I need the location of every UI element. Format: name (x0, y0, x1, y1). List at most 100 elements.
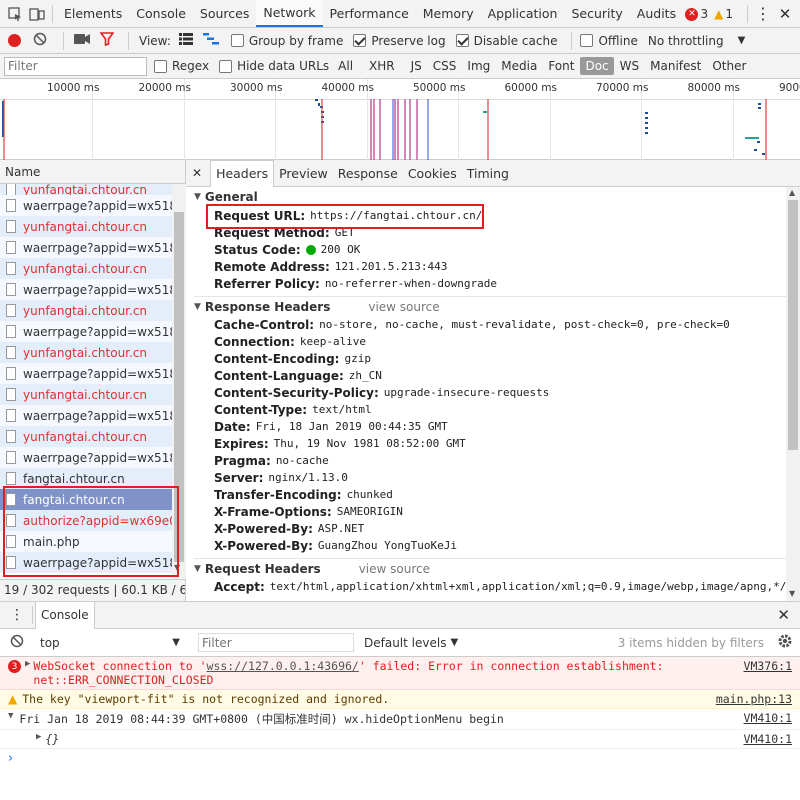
throttling-select[interactable]: No throttling ▼ (648, 34, 745, 48)
response-headers-section-header[interactable]: ▼ Response Headers view source (194, 296, 786, 316)
request-row[interactable]: yunfangtai.chtour.cn (0, 342, 185, 363)
hide-data-urls-checkbox[interactable]: Hide data URLs (219, 59, 329, 73)
console-settings-icon[interactable] (778, 634, 792, 651)
detail-tab-timing[interactable]: Timing (462, 160, 514, 186)
checkbox-unchecked[interactable] (154, 59, 167, 73)
filter-type-media[interactable]: Media (496, 57, 542, 75)
large-rows-icon[interactable] (178, 33, 193, 48)
checkbox-checked[interactable] (353, 34, 367, 47)
view-source-link[interactable]: view source (359, 562, 430, 576)
request-row[interactable]: yunfangtai.chtour.cn (0, 184, 185, 195)
clear-icon[interactable] (33, 32, 47, 49)
filter-type-img[interactable]: Img (462, 57, 495, 75)
request-row[interactable]: waerrpage?appid=wx51822 (0, 195, 185, 216)
source-link[interactable]: VM410:1 (734, 711, 792, 727)
expand-triangle-icon[interactable]: ▼ (194, 302, 201, 312)
console-log-message[interactable]: ▼ Fri Jan 18 2019 08:44:39 GMT+0800 (中国标… (0, 709, 800, 730)
filter-type-manifest[interactable]: Manifest (645, 57, 706, 75)
console-warning-message[interactable]: ▲ The key "viewport-fit" is not recogniz… (0, 690, 800, 709)
checkbox-unchecked[interactable] (219, 59, 233, 73)
filter-input[interactable] (4, 56, 147, 76)
tab-performance[interactable]: Performance (323, 0, 416, 27)
request-row[interactable]: yunfangtai.chtour.cn (0, 258, 185, 279)
highlight-box-request-rows (3, 486, 179, 577)
tab-audits[interactable]: Audits (630, 0, 683, 27)
filter-icon[interactable] (99, 32, 115, 49)
network-overview[interactable]: 10000 ms 20000 ms 30000 ms 40000 ms 50000 ms… (0, 79, 800, 160)
request-row[interactable]: waerrpage?appid=wx51822 (0, 237, 185, 258)
tab-sources[interactable]: Sources (193, 0, 256, 27)
detail-tab-headers[interactable]: Headers (210, 159, 275, 187)
context-select[interactable]: top ▼ (40, 636, 180, 650)
filter-type-xhr[interactable]: XHR (364, 57, 400, 75)
source-link[interactable]: VM410:1 (734, 732, 792, 746)
clear-console-icon[interactable] (10, 634, 24, 651)
close-detail-icon[interactable]: ✕ (192, 166, 202, 180)
scroll-up-arrow-icon[interactable]: ▲ (789, 188, 795, 197)
request-row[interactable]: waerrpage?appid=wx51822 (0, 279, 185, 300)
expand-triangle-icon[interactable]: ▼ (194, 192, 201, 202)
expand-triangle-icon[interactable]: ▼ (194, 564, 201, 574)
expand-triangle-icon[interactable]: ▼ (8, 711, 13, 727)
inspect-element-icon[interactable] (4, 3, 26, 25)
close-drawer-icon[interactable]: ✕ (777, 606, 790, 624)
tab-security[interactable]: Security (564, 0, 629, 27)
request-row[interactable]: yunfangtai.chtour.cn (0, 426, 185, 447)
record-icon[interactable] (8, 34, 21, 47)
filter-type-ws[interactable]: WS (615, 57, 644, 75)
name-column-header[interactable]: Name (0, 160, 186, 184)
checkbox-checked[interactable] (455, 34, 469, 47)
drawer-menu-icon[interactable]: ⋮ (10, 607, 24, 623)
disable-cache-checkbox[interactable]: Disable cache (455, 34, 557, 48)
source-link[interactable]: VM376:1 (734, 659, 792, 687)
header-name: Connection: (214, 334, 295, 349)
expand-triangle-icon[interactable]: ▶ (25, 659, 30, 687)
more-options-icon[interactable]: ⋮ (752, 3, 774, 25)
detail-tab-response[interactable]: Response (333, 160, 403, 186)
preserve-log-checkbox[interactable]: Preserve log (353, 34, 446, 48)
detail-scrollbar-thumb[interactable] (788, 200, 798, 450)
capture-screenshots-icon[interactable] (74, 33, 90, 48)
request-row[interactable]: waerrpage?appid=wx51822 (0, 405, 185, 426)
detail-tab-preview[interactable]: Preview (274, 160, 333, 186)
request-row[interactable]: waerrpage?appid=wx51822 (0, 447, 185, 468)
filter-type-font[interactable]: Font (543, 57, 579, 75)
tab-console[interactable]: Console (129, 0, 193, 27)
regex-checkbox[interactable]: Regex (154, 59, 209, 73)
tab-application[interactable]: Application (481, 0, 565, 27)
issue-counters[interactable]: ✕ 3 ▲ 1 (685, 7, 743, 21)
request-row[interactable]: yunfangtai.chtour.cn (0, 384, 185, 405)
checkbox-unchecked[interactable] (230, 34, 244, 47)
group-by-frame-checkbox[interactable]: Group by frame (230, 34, 343, 48)
request-headers-section-header[interactable]: ▼ Request Headers view source (194, 558, 786, 578)
log-levels-select[interactable]: Default levels ▼ (364, 636, 458, 650)
tab-network[interactable]: Network (256, 0, 323, 27)
console-error-message[interactable]: 3 ▶ WebSocket connection to 'wss://127.0… (0, 657, 800, 690)
source-link[interactable]: main.php:13 (706, 692, 792, 706)
checkbox-unchecked[interactable] (580, 34, 594, 47)
offline-checkbox[interactable]: Offline (580, 34, 638, 48)
filter-type-css[interactable]: CSS (428, 57, 462, 75)
request-row[interactable]: yunfangtai.chtour.cn (0, 300, 185, 321)
filter-type-js[interactable]: JS (406, 57, 427, 75)
device-toolbar-icon[interactable] (26, 3, 48, 25)
request-row[interactable]: waerrpage?appid=wx51822 (0, 363, 185, 384)
scroll-down-arrow-icon[interactable]: ▼ (789, 589, 795, 598)
console-filter-input[interactable] (198, 633, 354, 652)
filter-type-doc[interactable]: Doc (580, 57, 614, 75)
view-source-link[interactable]: view source (368, 300, 439, 314)
tab-elements[interactable]: Elements (57, 0, 129, 27)
request-row[interactable]: yunfangtai.chtour.cn (0, 216, 185, 237)
expand-triangle-icon[interactable]: ▶ (36, 732, 41, 746)
close-devtools-icon[interactable]: ✕ (774, 3, 796, 25)
filter-type-all[interactable]: All (333, 57, 358, 75)
request-row[interactable]: waerrpage?appid=wx51822 (0, 321, 185, 342)
console-object-message[interactable]: ▶ {} VM410:1 (0, 730, 800, 749)
console-prompt[interactable]: › (0, 749, 800, 768)
tab-memory[interactable]: Memory (416, 0, 481, 27)
filter-type-other[interactable]: Other (707, 57, 751, 75)
websocket-link[interactable]: wss://127.0.0.1:43696/ (207, 659, 359, 673)
waterfall-icon[interactable] (202, 33, 219, 48)
tab-console[interactable]: Console (35, 601, 95, 629)
detail-tab-cookies[interactable]: Cookies (403, 160, 462, 186)
